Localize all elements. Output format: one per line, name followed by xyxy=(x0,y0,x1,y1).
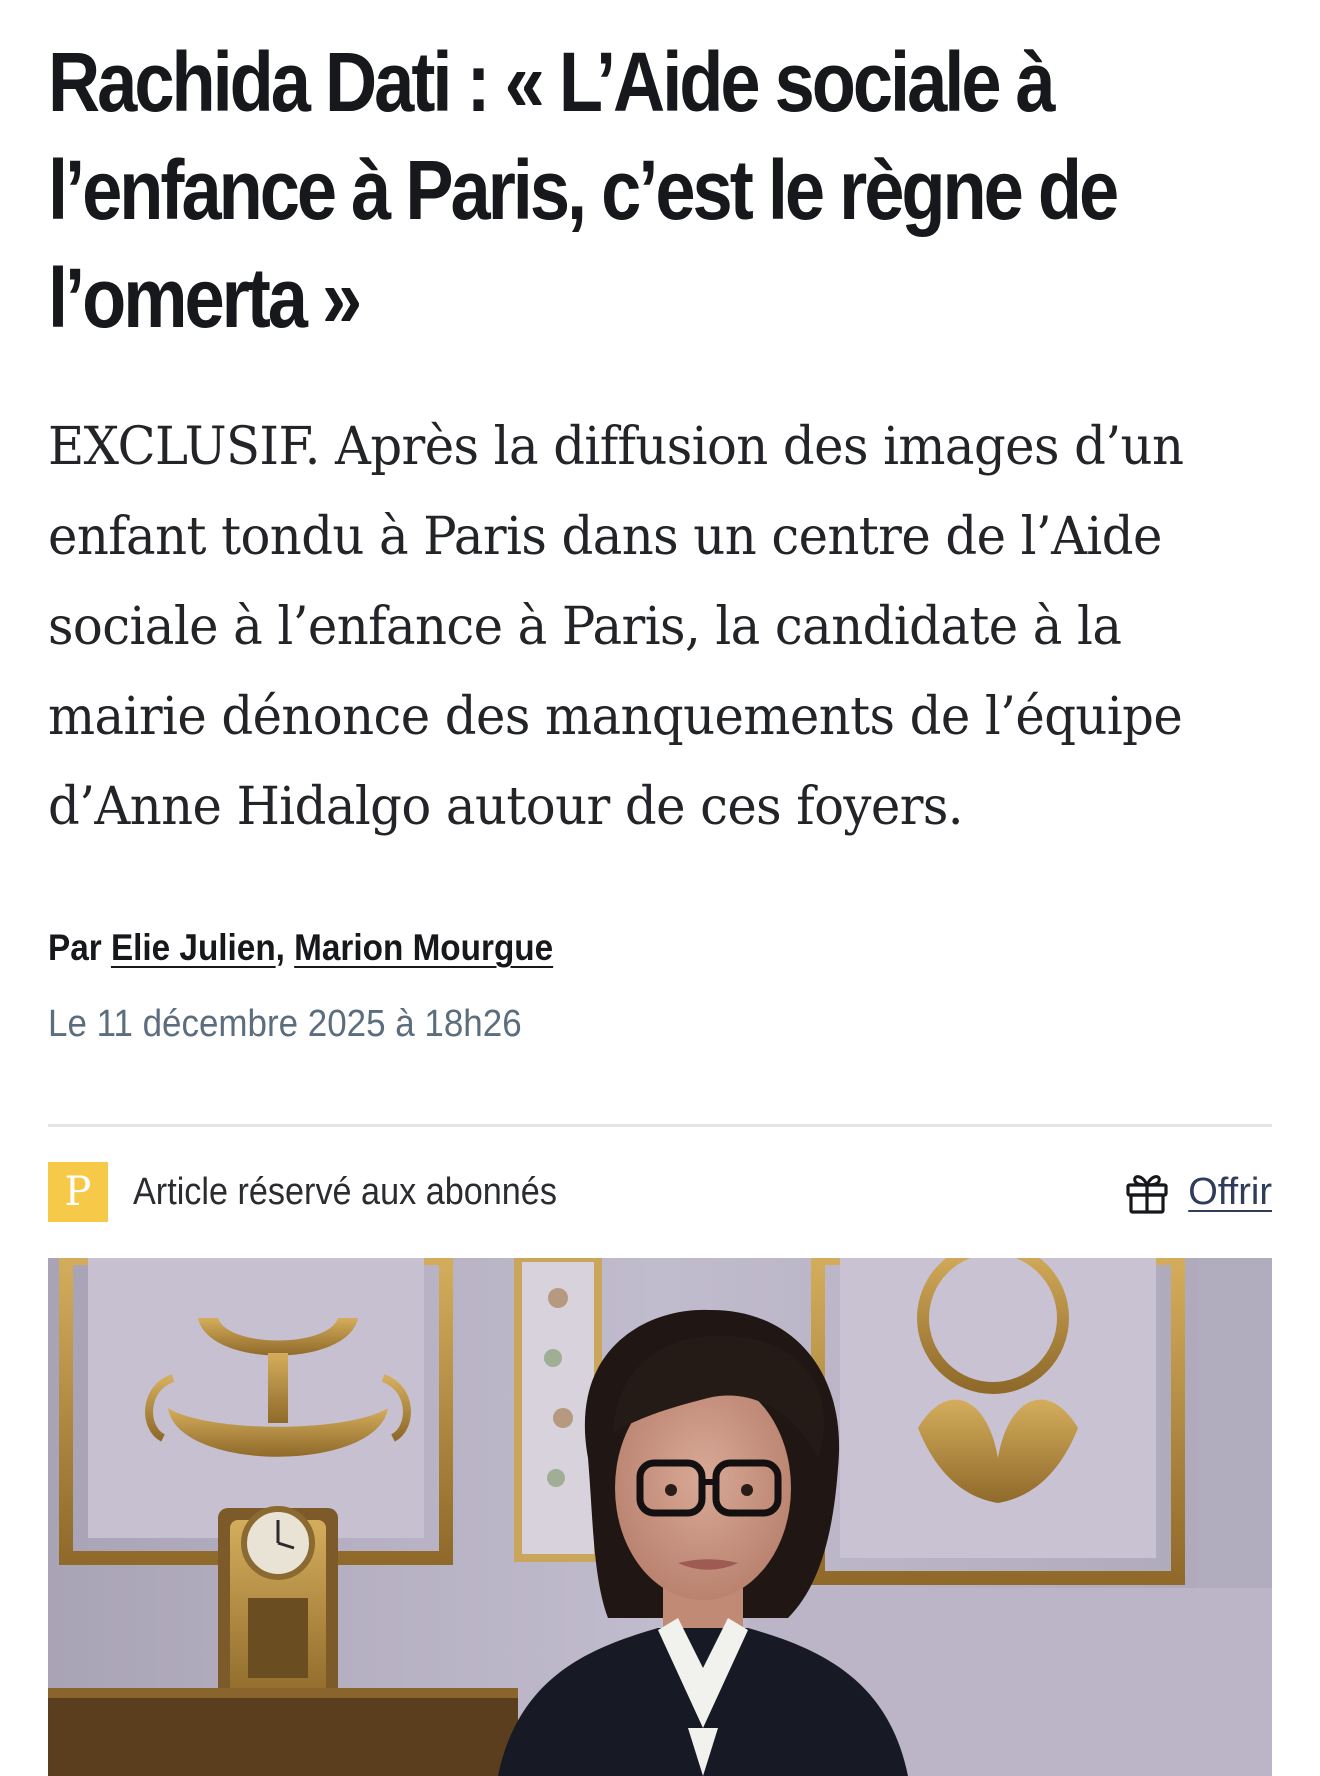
portrait-photo xyxy=(48,1258,1272,1776)
article-lede: EXCLUSIF. Après la diffusion des images … xyxy=(48,417,1184,837)
divider xyxy=(48,1124,1272,1127)
author-link-2[interactable]: Marion Mourgue xyxy=(294,927,553,968)
publish-date: Le 11 décembre 2025 à 18h26 xyxy=(48,1003,522,1045)
article-title: Rachida Dati : « L’Aide sociale à l’enfa… xyxy=(48,35,1119,345)
author-link-1[interactable]: Elie Julien xyxy=(111,927,276,968)
premium-label: Article réservé aux abonnés xyxy=(133,1171,557,1213)
byline-separator: , xyxy=(275,927,285,968)
offer-button[interactable]: Offrir xyxy=(1124,1166,1272,1218)
portrait-photo-illustration xyxy=(48,1258,1272,1776)
gift-icon xyxy=(1126,1175,1168,1214)
byline: Par Elie Julien, Marion Mourgue xyxy=(48,922,553,974)
byline-prefix: Par xyxy=(48,927,102,968)
offer-label: Offrir xyxy=(1188,1171,1272,1213)
premium-badge: P xyxy=(48,1162,108,1222)
premium-row: P Article réservé aux abonnés Offrir xyxy=(48,1162,1272,1224)
